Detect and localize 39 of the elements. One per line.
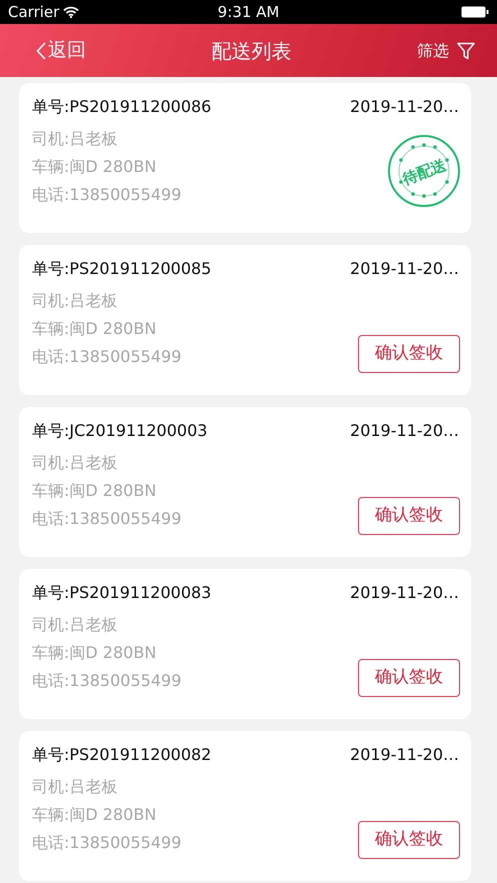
order-number: 单号:PS201911200083	[32, 582, 212, 604]
vehicle-label: 车辆:闽D 280BN	[32, 480, 156, 502]
status-stamp: 待配送	[387, 134, 461, 208]
confirm-receipt-button[interactable]: 确认签收	[358, 659, 460, 697]
vehicle-label: 车辆:闽D 280BN	[32, 804, 156, 826]
confirm-receipt-button[interactable]: 确认签收	[358, 497, 460, 535]
order-number: 单号:JC201911200003	[32, 420, 208, 442]
filter-icon	[457, 42, 475, 60]
back-chevron-icon	[36, 42, 46, 60]
driver-label: 司机:吕老板	[32, 614, 118, 636]
driver-label: 司机:吕老板	[32, 776, 118, 798]
order-date: 2019-11-20…	[350, 96, 459, 118]
driver-label: 司机:吕老板	[32, 290, 118, 312]
driver-label: 司机:吕老板	[32, 452, 118, 474]
filter-button[interactable]: 筛选	[417, 38, 475, 62]
carrier-label: Carrier	[8, 2, 60, 23]
order-date: 2019-11-20…	[350, 258, 459, 280]
phone-label: 电话:13850055499	[32, 346, 182, 368]
vehicle-label: 车辆:闽D 280BN	[32, 156, 156, 178]
order-date: 2019-11-20…	[350, 420, 459, 442]
phone-label: 电话:13850055499	[32, 670, 182, 692]
page-title: 配送列表	[212, 38, 292, 64]
phone-label: 电话:13850055499	[32, 184, 182, 206]
battery-icon	[461, 6, 489, 18]
order-number: 单号:PS201911200086	[32, 96, 212, 118]
vehicle-label: 车辆:闽D 280BN	[32, 642, 156, 664]
confirm-receipt-button[interactable]: 确认签收	[358, 821, 460, 859]
order-number: 单号:PS201911200085	[32, 258, 212, 280]
phone-label: 电话:13850055499	[32, 832, 182, 854]
back-button[interactable]: 返回	[36, 36, 86, 65]
phone-label: 电话:13850055499	[32, 508, 182, 530]
order-date: 2019-11-20…	[350, 582, 459, 604]
clock: 9:31 AM	[218, 2, 280, 23]
vehicle-label: 车辆:闽D 280BN	[32, 318, 156, 340]
order-number: 单号:PS201911200082	[32, 744, 212, 766]
confirm-receipt-button[interactable]: 确认签收	[358, 335, 460, 373]
wifi-icon	[63, 6, 80, 18]
order-date: 2019-11-20…	[350, 744, 459, 766]
driver-label: 司机:吕老板	[32, 128, 118, 150]
